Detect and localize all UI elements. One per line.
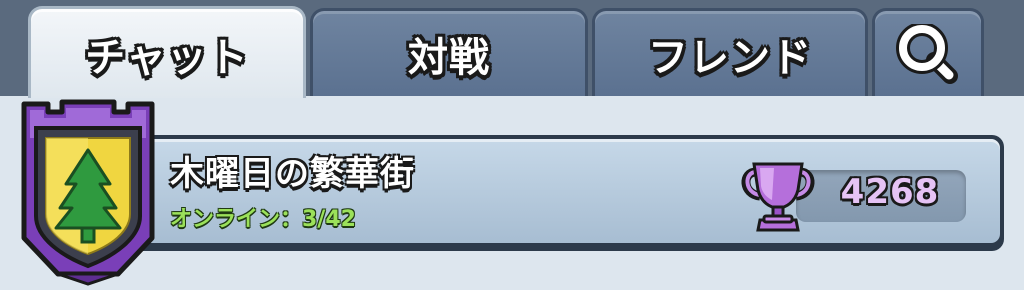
- tab-battle[interactable]: 対戦: [310, 8, 588, 96]
- tab-search[interactable]: [872, 8, 984, 96]
- search-icon: [896, 23, 960, 84]
- clan-name: 木曜日の繁華街: [170, 154, 415, 194]
- tab-battle-label: 対戦: [408, 34, 490, 81]
- clan-screen: チャット 対戦 フレンド 木曜日の繁華街 オンライン：3/42 4268: [0, 0, 1024, 290]
- tab-friends[interactable]: フレンド: [592, 8, 868, 96]
- trophy-count: 4268: [840, 172, 940, 212]
- tab-friends-label: フレンド: [648, 34, 812, 81]
- trophy-icon: [740, 160, 816, 238]
- clan-badge: [18, 98, 158, 290]
- tab-chat-label: チャット: [85, 34, 249, 81]
- tab-chat[interactable]: チャット: [28, 6, 306, 98]
- tab-bar: チャット 対戦 フレンド: [0, 0, 1024, 98]
- online-count: オンライン：3/42: [170, 207, 356, 232]
